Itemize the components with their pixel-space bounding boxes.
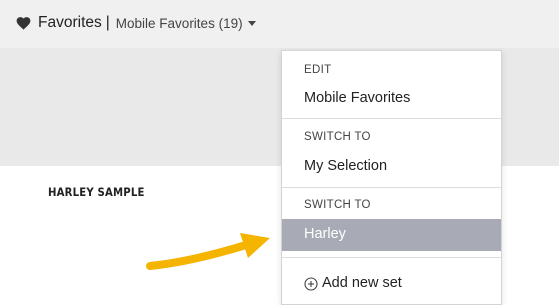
edit-set-item[interactable]: Mobile Favorites bbox=[282, 83, 501, 115]
switch-to-my-selection[interactable]: My Selection bbox=[282, 151, 501, 183]
switch-to-harley[interactable]: Harley bbox=[282, 219, 501, 251]
my-selection-label: My Selection bbox=[304, 158, 388, 174]
arrow-annotation bbox=[146, 233, 270, 270]
switch-heading: SWITCH TO bbox=[304, 131, 371, 143]
favorites-selector[interactable]: Favorites | Mobile Favorites (19) bbox=[16, 14, 256, 32]
favorites-header: Favorites | Mobile Favorites (19) bbox=[0, 0, 559, 48]
favorites-title: Favorites bbox=[38, 14, 102, 31]
harley-label: Harley bbox=[304, 226, 346, 242]
favorites-dropdown-menu: EDIT Mobile Favorites SWITCH TO My Selec… bbox=[281, 50, 502, 305]
add-new-set-button[interactable]: Add new set bbox=[282, 268, 501, 300]
plus-circle-icon bbox=[304, 277, 318, 291]
menu-divider bbox=[282, 187, 501, 188]
current-set-name[interactable]: Mobile Favorites (19) bbox=[116, 16, 243, 31]
add-new-set-label: Add new set bbox=[322, 275, 402, 291]
edit-heading: EDIT bbox=[304, 64, 332, 76]
edit-set-label: Mobile Favorites bbox=[304, 90, 411, 106]
switch-heading: SWITCH TO bbox=[304, 199, 371, 211]
product-label: HARLEY SAMPLE bbox=[48, 185, 145, 199]
menu-divider bbox=[282, 257, 501, 258]
heart-icon bbox=[16, 17, 31, 30]
title-separator: | bbox=[105, 14, 110, 31]
caret-down-icon[interactable] bbox=[247, 20, 256, 26]
menu-divider bbox=[282, 118, 501, 119]
